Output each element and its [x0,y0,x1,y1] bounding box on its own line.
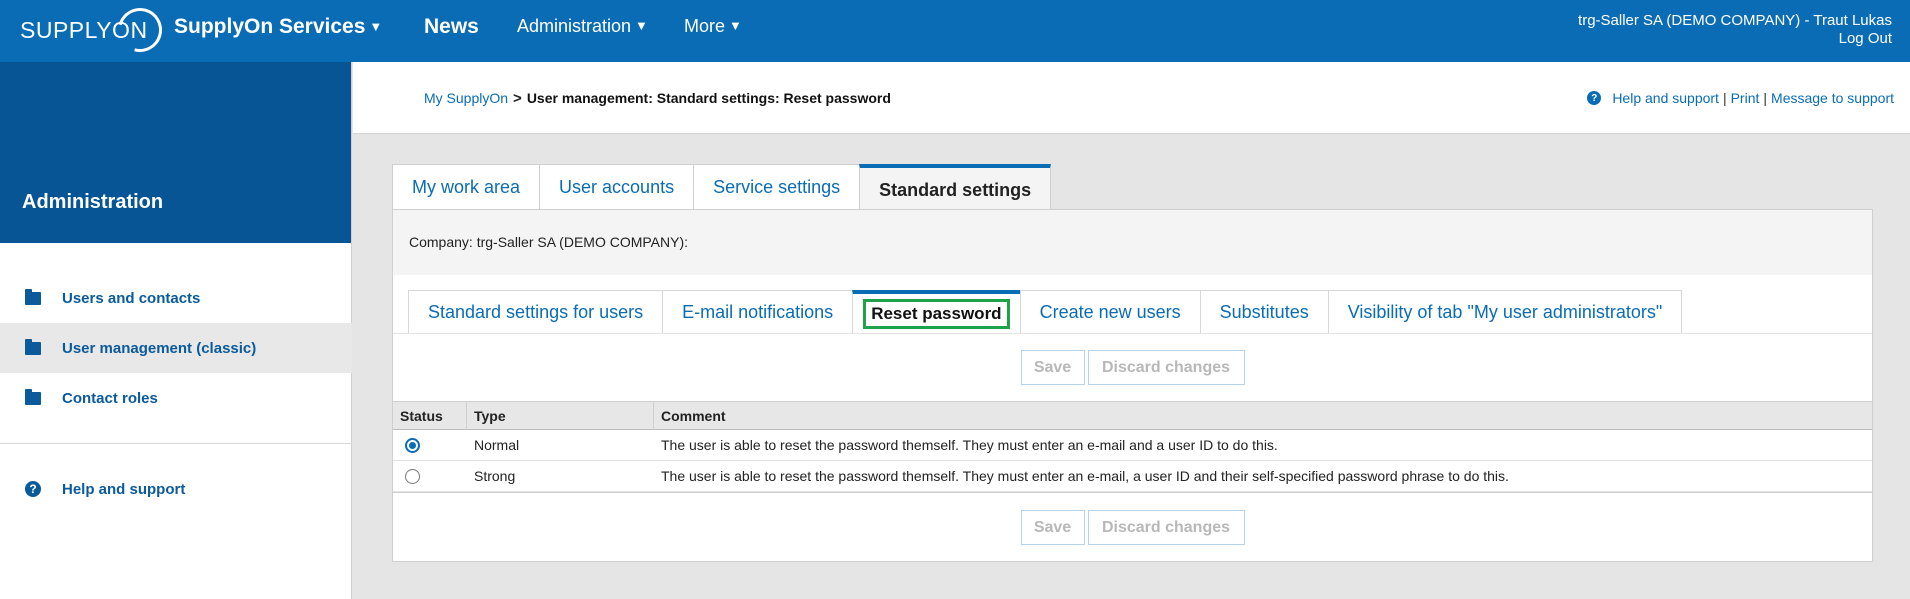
sidebar-item-label: Contact roles [62,389,158,407]
top-navigation-bar: SUPPLYON SupplyOn Services ▼ News Adminis… [0,0,1910,62]
link-separator: | [1722,90,1727,106]
subtab-create-new-users[interactable]: Create new users [1019,290,1201,333]
company-strip: Company: trg-Saller SA (DEMO COMPANY): [393,210,1872,275]
discard-changes-button[interactable]: Discard changes [1087,350,1245,385]
table-bottom-border [393,492,1872,493]
settings-panel: Company: trg-Saller SA (DEMO COMPANY): S… [392,209,1873,562]
chevron-down-icon: ▼ [369,19,383,34]
table-header: Status Type Comment [393,401,1872,430]
nav-more[interactable]: More ▼ [684,16,742,37]
sidebar-item-label: User management (classic) [62,339,257,357]
tab-user-accounts[interactable]: User accounts [539,164,695,209]
help-icon[interactable]: ? [1587,91,1602,105]
comment-cell: The user is able to reset the password t… [661,437,1278,453]
tab-service-settings[interactable]: Service settings [693,164,861,209]
folder-icon [25,288,41,305]
help-and-support-link[interactable]: Help and support [1612,90,1719,106]
nav-supplyon-services[interactable]: SupplyOn Services ▼ [174,15,382,39]
sidebar-item-users-and-contacts[interactable]: Users and contacts [0,273,352,323]
subtab-standard-settings-for-users[interactable]: Standard settings for users [408,290,664,333]
subtab-email-notifications[interactable]: E-mail notifications [662,290,854,333]
breadcrumb-bar: My SupplyOn > User management: Standard se… [353,62,1910,134]
sidebar-item-user-management-classic[interactable]: User management (classic) [0,323,352,373]
tab-my-work-area[interactable]: My work area [392,164,541,209]
logo-ring-icon [109,0,170,61]
folder-icon [25,338,41,355]
subtab-substitutes[interactable]: Substitutes [1199,290,1329,333]
breadcrumb: My SupplyOn > User management: Standard se… [424,90,891,107]
sidebar-title: Administration [22,191,164,213]
chevron-down-icon: ▼ [635,18,648,33]
sidebar-item-help-and-support[interactable]: ? Help and support [0,464,352,514]
tab-standard-settings[interactable]: Standard settings [859,164,1052,209]
folder-icon [25,388,41,405]
nav-administration[interactable]: Administration ▼ [517,16,648,37]
status-cell [393,430,467,460]
chevron-down-icon: ▼ [729,18,742,33]
type-cell: Strong [474,468,516,484]
type-cell: Normal [474,437,520,453]
radio-normal[interactable] [405,437,420,453]
logout-link[interactable]: Log Out [1578,30,1892,48]
bottom-button-row: Save Discard changes [393,510,1872,545]
table-row[interactable]: Normal The user is able to reset the pas… [393,430,1872,461]
supplyon-logo[interactable]: SUPPLYON [20,0,170,61]
comment-cell: The user is able to reset the password t… [661,468,1509,484]
link-separator: | [1763,90,1768,106]
top-button-row: Save Discard changes [393,350,1872,385]
nav-administration-label: Administration [517,16,632,36]
nav-supplyon-services-label: SupplyOn Services [174,15,366,38]
radio-strong[interactable] [405,468,420,484]
subtab-visibility-my-user-administrators[interactable]: Visibility of tab "My user administrator… [1327,290,1683,333]
sidebar-header: Administration [0,62,351,243]
nav-news[interactable]: News [424,15,479,39]
subtab-reset-password[interactable]: Reset password [852,290,1021,333]
user-name: trg-Saller SA (DEMO COMPANY) - Traut Luk… [1578,12,1892,29]
sub-tabs: Standard settings for users E-mail notif… [408,290,1683,333]
sidebar-divider [0,443,352,444]
message-to-support-link[interactable]: Message to support [1771,90,1894,106]
column-header-type: Type [467,402,654,430]
print-link[interactable]: Print [1731,90,1760,106]
user-info: trg-Saller SA (DEMO COMPANY) - Traut Luk… [1578,12,1892,48]
subtab-divider [393,333,1872,334]
help-icon: ? [25,481,41,497]
breadcrumb-separator: > [513,90,522,107]
table-row[interactable]: Strong The user is able to reset the pas… [393,461,1872,492]
reset-password-table: Status Type Comment Normal The user is a… [393,401,1872,493]
nav-more-label: More [684,16,726,36]
utility-links: ? Help and support | Print | Message to … [1587,90,1894,106]
sidebar-item-contact-roles[interactable]: Contact roles [0,373,352,423]
sidebar-item-label: Users and contacts [62,289,201,307]
breadcrumb-home-link[interactable]: My SupplyOn [424,90,508,106]
column-header-status: Status [393,402,467,430]
save-button[interactable]: Save [1020,350,1085,385]
main-tabs: My work area User accounts Service setti… [392,164,1052,209]
sidebar: Administration Users and contacts User m… [0,62,352,599]
status-cell [393,461,467,491]
column-header-comment: Comment [661,408,726,424]
nav-news-label: News [424,15,479,38]
save-button[interactable]: Save [1020,510,1085,545]
discard-changes-button[interactable]: Discard changes [1087,510,1245,545]
sidebar-item-label: Help and support [62,480,186,498]
breadcrumb-current: User management: Standard settings: Rese… [526,90,891,106]
subtab-reset-password-label: Reset password [863,298,1010,329]
company-label: Company: trg-Saller SA (DEMO COMPANY): [409,234,689,250]
